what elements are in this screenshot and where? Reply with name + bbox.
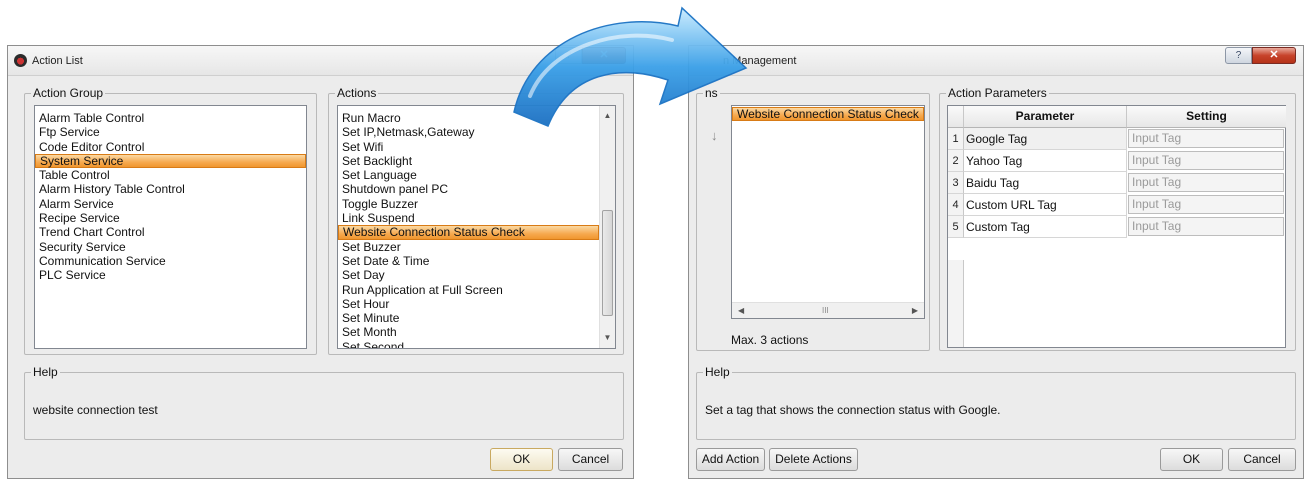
setting-input[interactable]: Input Tag [1128,195,1284,214]
scroll-thumb[interactable] [602,210,613,316]
action-management-dialog: n Management ? ✕ ns ↓ Website Connection… [688,45,1304,479]
list-item[interactable]: Code Editor Control [35,140,306,154]
help-box: Help website connection test [24,365,624,440]
scroll-down-icon[interactable]: ▼ [600,330,615,346]
list-item[interactable]: PLC Service [35,268,306,282]
help-label: Help [31,365,60,379]
list-item[interactable]: Set Backlight [338,154,599,168]
list-item[interactable]: Website Connection Status Check [732,107,924,122]
list-item[interactable]: Toggle Buzzer [338,197,599,211]
list-item[interactable]: Communication Service [35,254,306,268]
action-group-box: Action Group Alarm Table Control Ftp Serv… [24,86,317,355]
list-item[interactable]: Set IP,Netmask,Gateway [338,125,599,139]
list-item[interactable]: Trend Chart Control [35,225,306,239]
parameter-cell[interactable]: Baidu Tag [964,172,1127,194]
list-item[interactable]: Set Hour [338,297,599,311]
help-box: Help Set a tag that shows the connection… [696,365,1296,440]
actions-label: Actions [335,86,379,100]
window-title: n Management [723,55,797,67]
list-item[interactable]: Set Day [338,268,599,282]
list-item[interactable]: Alarm Table Control [35,111,306,125]
ok-button[interactable]: OK [1160,448,1223,471]
parameter-cell[interactable]: Google Tag [964,128,1127,150]
list-item[interactable]: Run Macro [338,111,599,125]
delete-actions-button[interactable]: Delete Actions [769,448,858,471]
parameter-column-header[interactable]: Parameter [964,106,1127,128]
row-number: 1 [948,128,964,150]
list-item[interactable]: Link Suspend [338,211,599,225]
actions-list[interactable]: Run Macro Set IP,Netmask,Gateway Set Wifi S… [337,105,616,349]
help-label: Help [703,365,732,379]
action-parameters-label: Action Parameters [946,86,1049,100]
actions-group-box: ns ↓ Website Connection Status Check ◀ I… [696,86,930,351]
list-item[interactable]: Alarm History Table Control [35,182,306,196]
setting-input[interactable]: Input Tag [1128,173,1284,192]
action-group-label: Action Group [31,86,106,100]
actions-box: Actions Run Macro Set IP,Netmask,Gateway S… [328,86,624,355]
action-group-list[interactable]: Alarm Table Control Ftp Service Code Edito… [34,105,307,349]
app-icon [14,54,27,67]
move-down-icon[interactable]: ↓ [711,128,718,143]
list-item[interactable]: Set Date & Time [338,254,599,268]
close-icon[interactable]: ✕ [582,47,626,64]
horizontal-scrollbar[interactable]: ◀ III ▶ [732,302,924,318]
action-list-dialog: Action List ? ✕ Action Group Alarm Table… [7,45,634,479]
action-parameters-box: Action Parameters Parameter Setting 1 Goo… [939,86,1296,351]
setting-input[interactable]: Input Tag [1128,217,1284,236]
list-item[interactable]: Recipe Service [35,211,306,225]
list-item[interactable]: Website Connection Status Check [338,225,599,240]
list-item[interactable]: Table Control [35,168,306,182]
parameter-cell[interactable]: Custom URL Tag [964,194,1127,216]
list-item[interactable]: Set Wifi [338,140,599,154]
grid-corner [948,106,964,128]
cancel-button[interactable]: Cancel [1228,448,1296,471]
scroll-right-icon[interactable]: ▶ [912,303,918,318]
list-item[interactable]: Alarm Service [35,197,306,211]
list-item[interactable]: Set Minute [338,311,599,325]
title-bar[interactable]: Action List ? ✕ [8,46,633,76]
selected-actions-list[interactable]: Website Connection Status Check ◀ III ▶ [731,105,925,319]
list-item[interactable]: Set Language [338,168,599,182]
max-actions-text: Max. 3 actions [731,333,809,347]
close-icon[interactable]: ✕ [1252,47,1296,64]
title-bar[interactable]: n Management ? ✕ [689,46,1303,76]
help-text: Set a tag that shows the connection stat… [705,403,1001,417]
scroll-grip-icon: III [822,306,829,315]
row-number: 3 [948,172,964,194]
list-item[interactable]: System Service [35,153,306,169]
scroll-left-icon[interactable]: ◀ [738,303,744,318]
row-number: 5 [948,216,964,238]
list-item[interactable]: Set Second [338,340,599,348]
list-item[interactable]: Ftp Service [35,125,306,139]
list-item[interactable]: Set Buzzer [338,240,599,254]
setting-column-header[interactable]: Setting [1127,106,1286,128]
cancel-button[interactable]: Cancel [558,448,623,471]
setting-input[interactable]: Input Tag [1128,151,1284,170]
row-number: 4 [948,194,964,216]
list-item[interactable]: Shutdown panel PC [338,182,599,196]
parameters-grid: Parameter Setting 1 Google Tag Input Tag 2 Y… [947,105,1286,348]
parameter-cell[interactable]: Yahoo Tag [964,150,1127,172]
help-icon[interactable]: ? [1225,47,1252,64]
actions-group-label: ns [703,86,720,100]
scroll-up-icon[interactable]: ▲ [600,108,615,124]
help-icon[interactable]: ? [555,47,582,64]
list-item[interactable]: Run Application at Full Screen [338,283,599,297]
ok-button[interactable]: OK [490,448,553,471]
row-header-column [948,260,964,347]
window-title: Action List [32,55,83,67]
setting-input[interactable]: Input Tag [1128,129,1284,148]
actions-scrollbar[interactable]: ▲ ▼ [599,106,615,348]
parameter-cell[interactable]: Custom Tag [964,216,1127,238]
add-action-button[interactable]: Add Action [696,448,765,471]
row-number: 2 [948,150,964,172]
list-item[interactable]: Set Month [338,325,599,339]
list-item[interactable]: Security Service [35,240,306,254]
help-text: website connection test [33,403,158,417]
